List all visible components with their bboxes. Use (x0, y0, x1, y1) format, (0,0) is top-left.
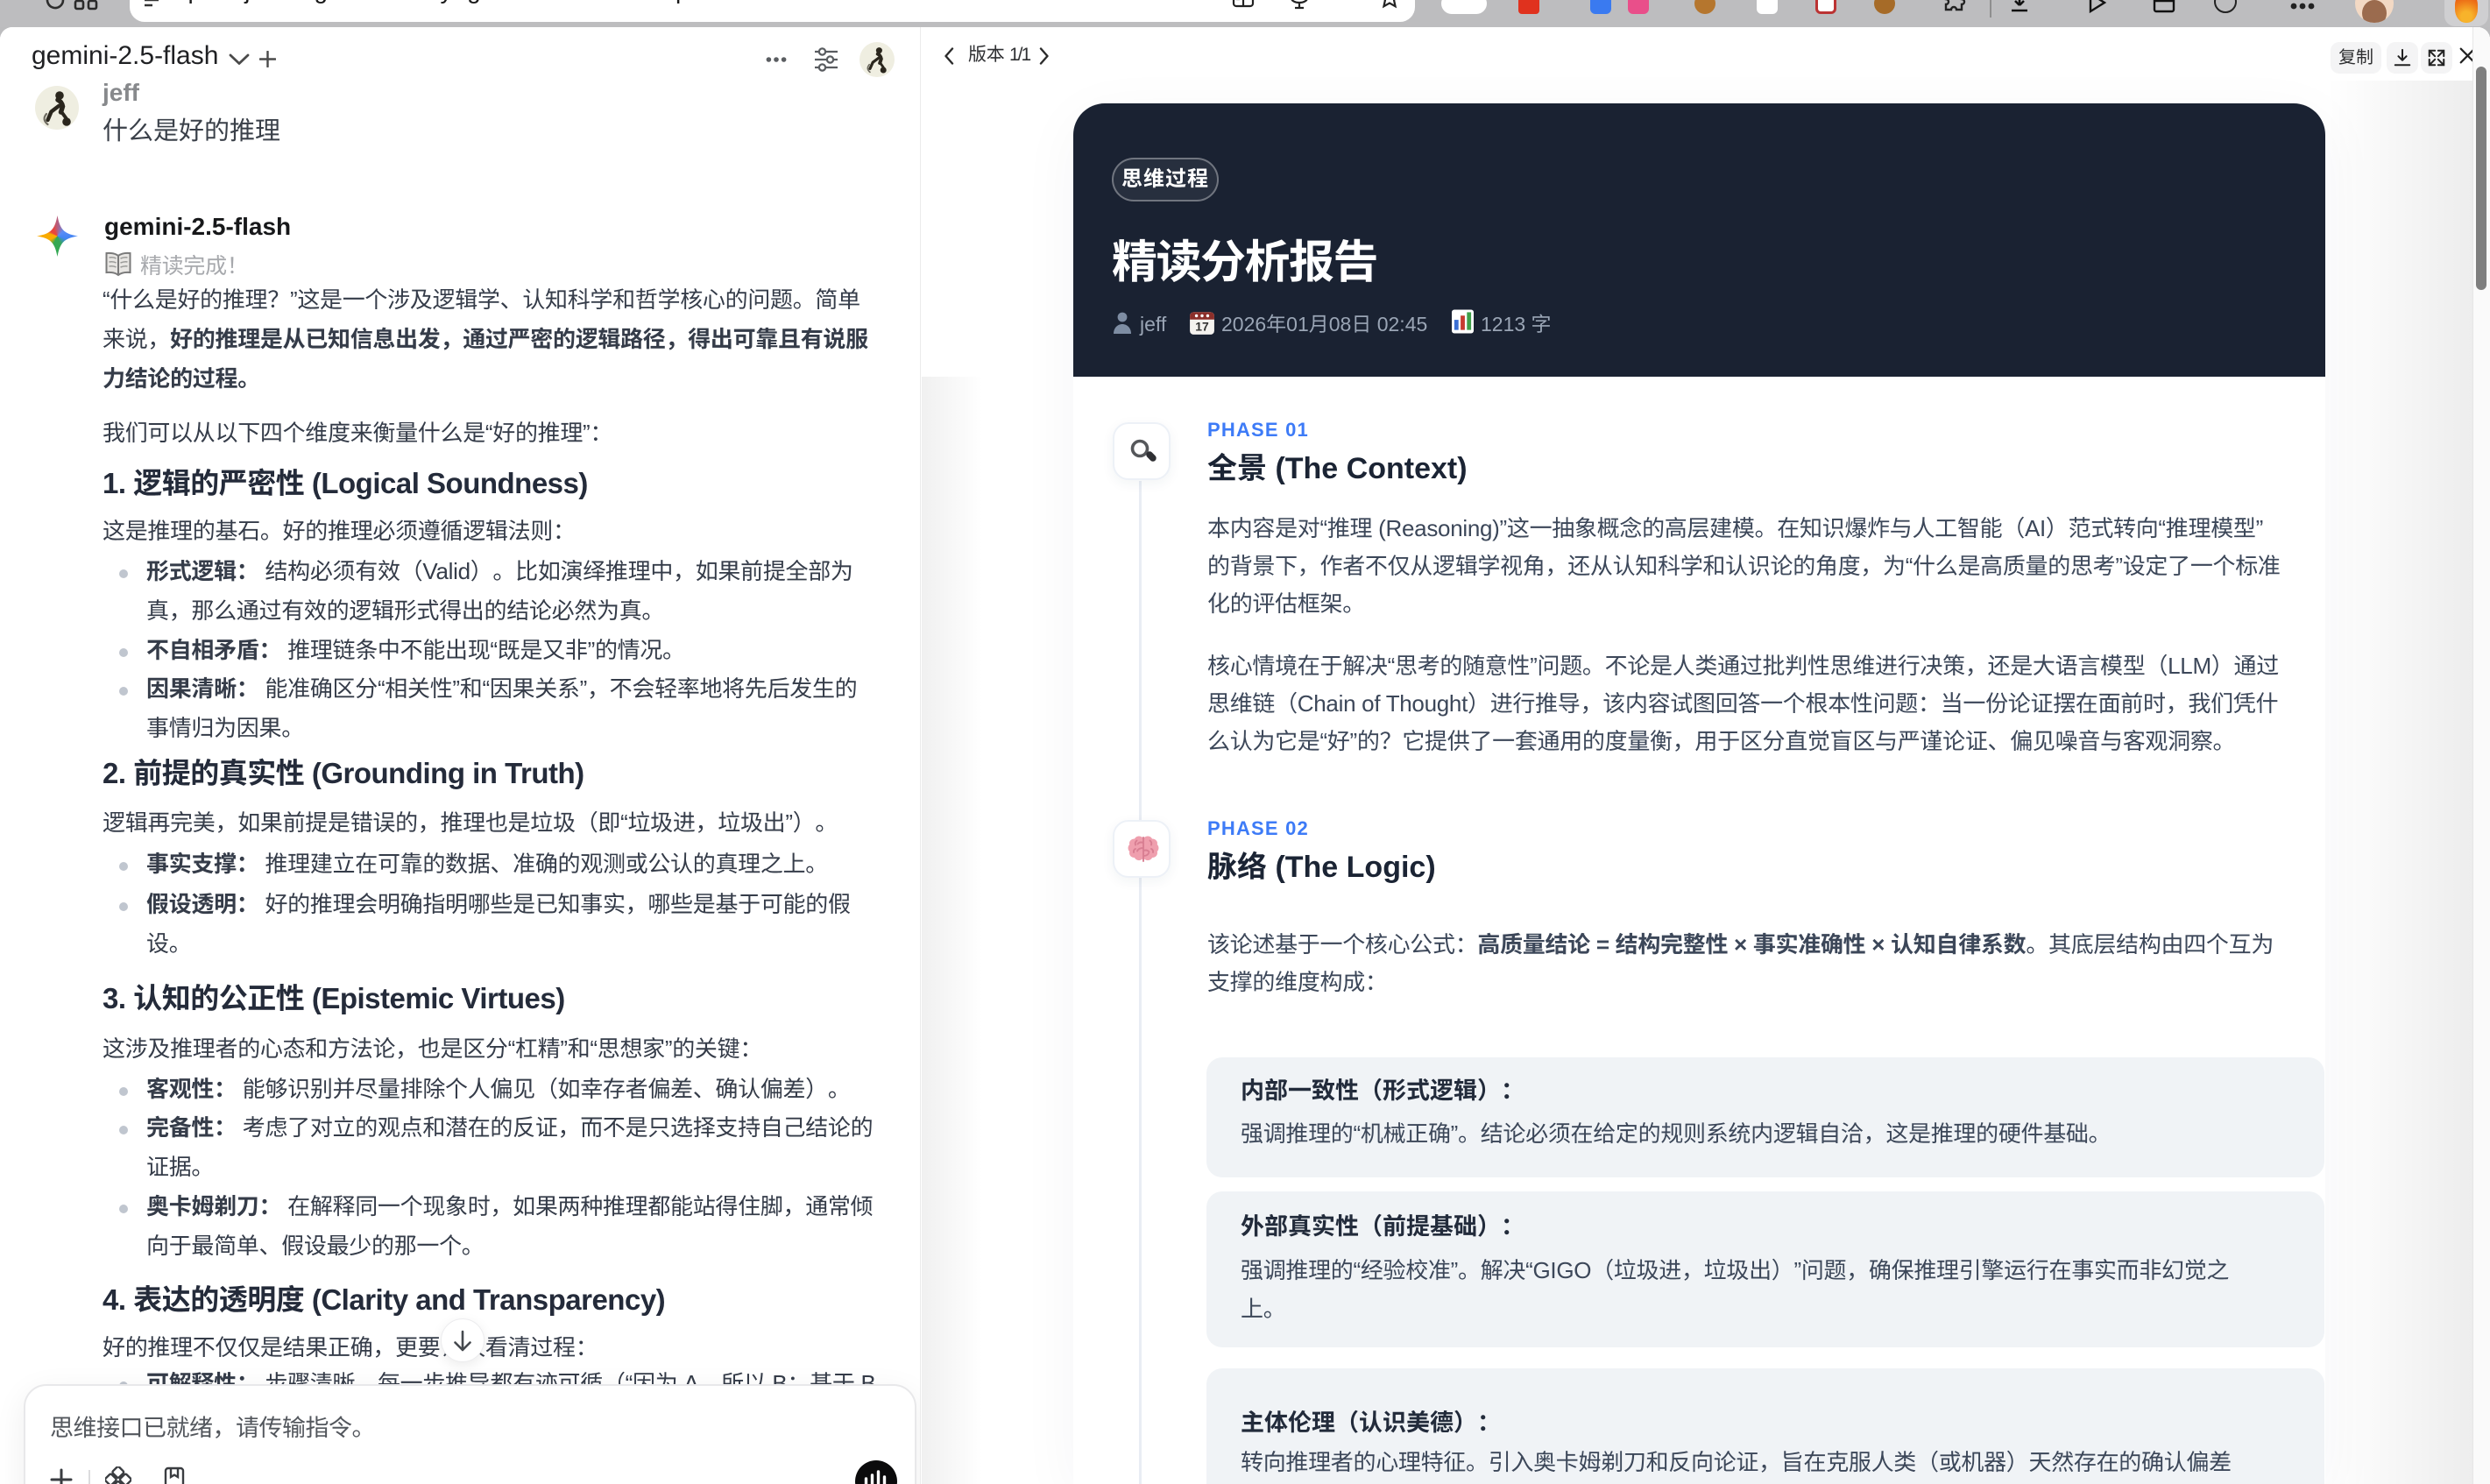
svg-text:17: 17 (1195, 320, 1209, 334)
